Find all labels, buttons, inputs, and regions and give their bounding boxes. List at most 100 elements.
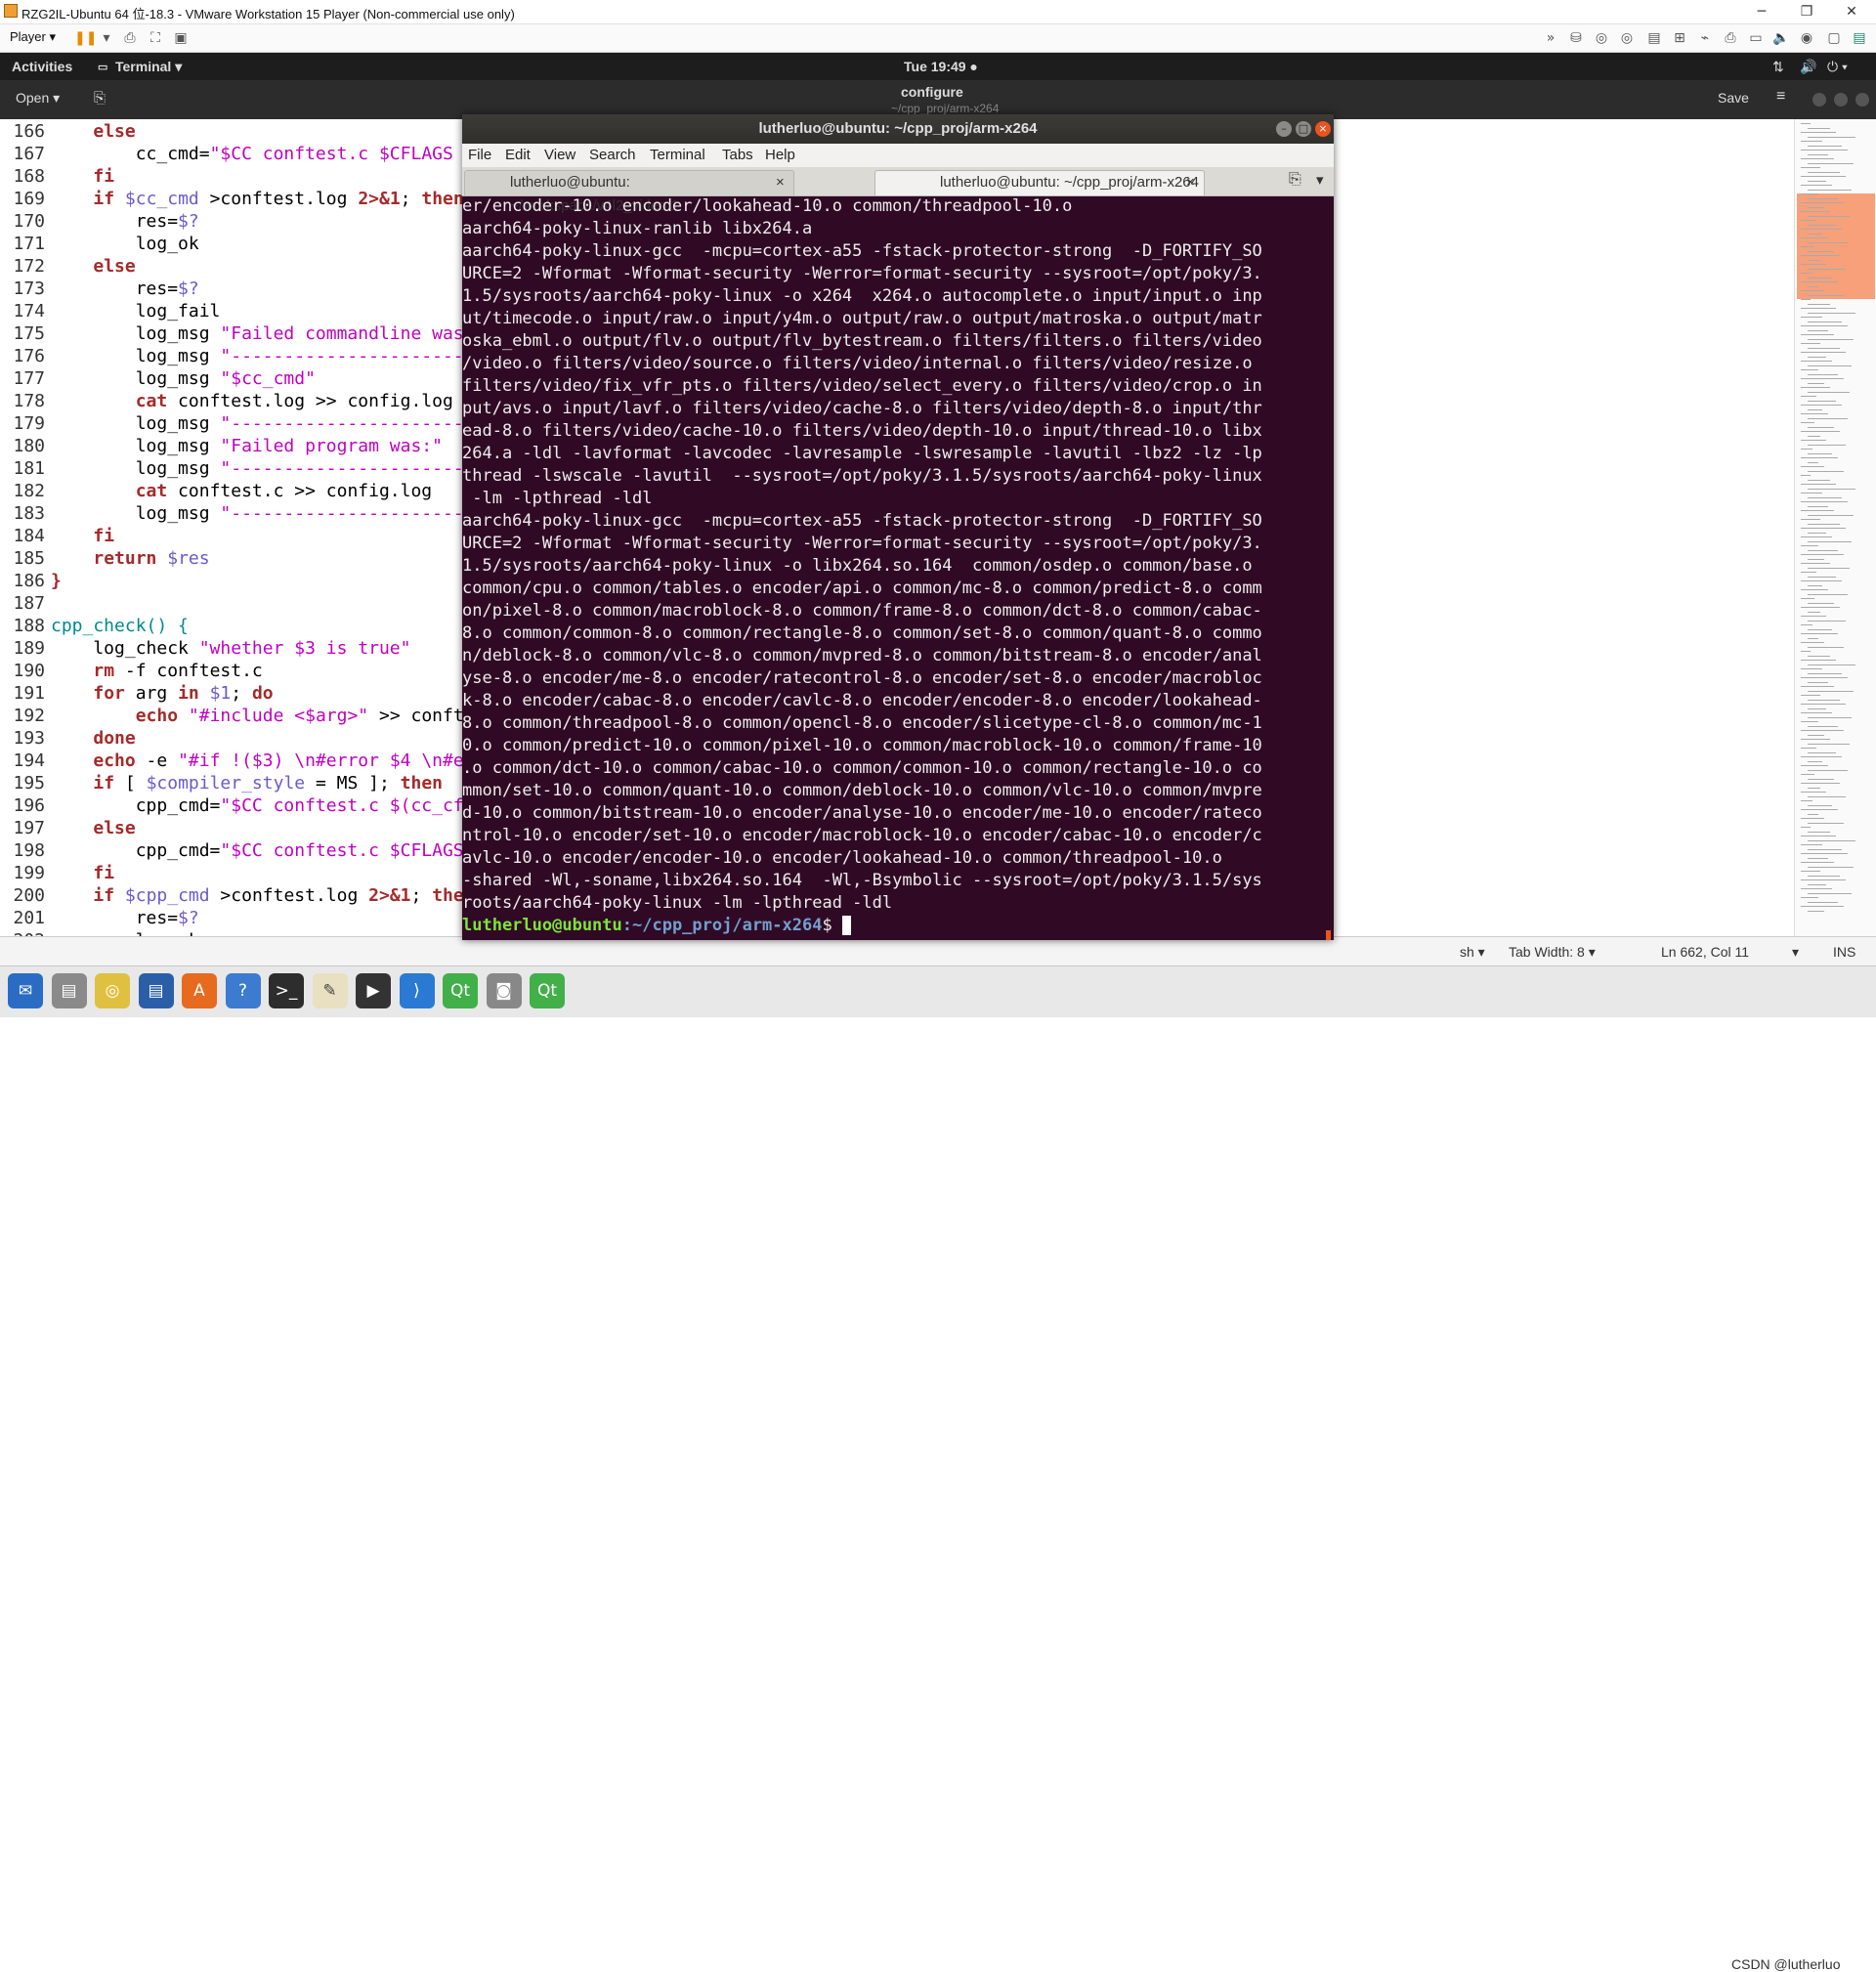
minimize-icon[interactable]: ─ (1739, 0, 1784, 23)
code-line[interactable]: 198 cpp_cmd="$CC conftest.c $CFLAGS" (0, 839, 474, 862)
help-icon[interactable]: ? (225, 973, 261, 1008)
menu-edit[interactable]: Edit (505, 147, 531, 163)
menu-view[interactable]: View (544, 147, 576, 163)
gedit-minimize-icon[interactable] (1812, 93, 1826, 107)
code-line[interactable]: 200 if $cpp_cmd >conftest.log 2>&1; then (0, 884, 474, 907)
printer-icon[interactable]: ⎙ (1722, 29, 1739, 47)
cd-icon[interactable]: ◎ (1593, 29, 1610, 47)
code-line[interactable]: 172 else (0, 255, 135, 278)
tab-v4l2-video[interactable]: lutherluo@ubuntu: ~/workspace/v4l2_video… (464, 170, 794, 214)
hard-disk-icon[interactable]: ⛁ (1567, 29, 1585, 47)
tab-close-icon[interactable]: × (776, 171, 785, 194)
code-line[interactable]: 187 (0, 592, 51, 615)
code-line[interactable]: 178 cat conftest.log >> config.log (0, 390, 452, 412)
code-line[interactable]: 190 rm -f conftest.c (0, 660, 262, 682)
floppy-icon[interactable]: ◎ (1618, 29, 1636, 47)
tab-arm-x264[interactable]: lutherluo@ubuntu: ~/cpp_proj/arm-x264 × (874, 170, 1205, 195)
terminal-close-icon[interactable]: × (1315, 121, 1331, 137)
terminal-maximize-icon[interactable]: □ (1296, 121, 1311, 137)
terminal-minimize-icon[interactable]: – (1276, 121, 1292, 137)
code-line[interactable]: 173 res=$? (0, 278, 198, 300)
code-line[interactable]: 199 fi (0, 862, 114, 884)
save-icon[interactable]: ▤ (1645, 29, 1663, 47)
code-line[interactable]: 191 for arg in $1; do (0, 682, 273, 705)
code-line[interactable]: 176 log_msg "-----------------------" (0, 345, 485, 367)
display-icon[interactable]: ▭ (1747, 29, 1765, 47)
app-menu[interactable]: Terminal ▾ (115, 59, 182, 75)
vscode-icon[interactable]: ⟩ (399, 973, 435, 1008)
unity-icon[interactable]: ▣ (172, 29, 190, 47)
menu-tabs[interactable]: Tabs (722, 147, 753, 163)
volume-icon[interactable]: 🔊 (1800, 59, 1816, 75)
new-tab-icon[interactable]: ⎘ (94, 90, 106, 107)
close-icon[interactable]: ✕ (1829, 0, 1874, 23)
activities-button[interactable]: Activities (12, 59, 72, 74)
qt-creator-icon[interactable]: Qt (443, 973, 478, 1008)
usb-icon[interactable]: ⌁ (1696, 29, 1714, 47)
code-line[interactable]: 175 log_msg "Failed commandline was:" (0, 322, 485, 345)
maximize-icon[interactable]: ❐ (1784, 0, 1829, 23)
code-line[interactable]: 202 log_ok (0, 929, 198, 936)
power-icon[interactable]: ⏻ ▾ (1827, 59, 1848, 75)
code-line[interactable]: 183 log_msg "-----------------------" (0, 502, 485, 525)
thunderbird-icon[interactable]: ✉ (8, 973, 43, 1008)
tabs-dropdown-icon[interactable]: ▾ (1316, 171, 1324, 189)
position-dropdown[interactable]: ▾ (1792, 944, 1799, 961)
code-line[interactable]: 201 res=$? (0, 907, 198, 929)
screenshot-icon[interactable]: ◙ (486, 973, 522, 1008)
new-tab-icon[interactable]: ⎘ (1289, 171, 1301, 189)
menu-file[interactable]: File (468, 147, 491, 163)
video-editor-icon[interactable]: ▶ (356, 973, 391, 1008)
hamburger-icon[interactable]: ≡ (1776, 88, 1785, 106)
player-menu[interactable]: Player ▾ (10, 29, 56, 45)
speaker-icon[interactable]: 🔈 (1772, 29, 1790, 47)
forward-icon[interactable]: » (1542, 29, 1559, 47)
tab-width-selector[interactable]: Tab Width: 8 ▾ (1509, 944, 1596, 961)
menu-terminal[interactable]: Terminal (650, 147, 705, 163)
code-line[interactable]: 196 cpp_cmd="$CC conftest.c $(cc_cflags)… (0, 794, 527, 817)
message-icon[interactable]: ▢ (1825, 29, 1843, 47)
code-line[interactable]: 171 log_ok (0, 233, 198, 255)
code-line[interactable]: 182 cat conftest.c >> config.log (0, 480, 432, 502)
language-selector[interactable]: sh ▾ (1460, 944, 1485, 961)
code-line[interactable]: 186} (0, 570, 61, 592)
code-line[interactable]: 189 log_check "whether $3 is true" (0, 637, 410, 660)
code-line[interactable]: 166 else (0, 120, 135, 143)
libreoffice-writer-icon[interactable]: ▤ (138, 973, 174, 1008)
code-line[interactable]: 177 log_msg "$cc_cmd" (0, 367, 315, 390)
save-button[interactable]: Save (1718, 90, 1749, 106)
code-line[interactable]: 188 cpp_check() { (0, 615, 188, 637)
send-ctrl-alt-del-icon[interactable]: ⎙ (121, 29, 139, 47)
fit-guest-icon[interactable]: ⛶ (147, 29, 164, 47)
code-line[interactable]: 169 if $cc_cmd >conftest.log 2>&1; then (0, 188, 463, 210)
menu-help[interactable]: Help (765, 147, 795, 163)
dropdown-icon[interactable]: ▾ (98, 29, 115, 47)
file-manager-icon[interactable]: ▤ (51, 973, 87, 1008)
code-line[interactable]: 174 log_fail (0, 300, 220, 322)
text-editor-icon[interactable]: ✎ (312, 973, 348, 1008)
minimap[interactable] (1794, 119, 1876, 936)
menu-search[interactable]: Search (589, 147, 636, 163)
code-line[interactable]: 184 fi (0, 525, 114, 547)
clock[interactable]: Tue 19:49 ● (904, 59, 978, 74)
code-line[interactable]: 193 done (0, 727, 135, 750)
code-line[interactable]: 180 log_msg "Failed program was:" (0, 435, 442, 457)
code-line[interactable]: 192 echo "#include <$arg>" >> conftest.c (0, 705, 516, 727)
code-line[interactable]: 170 res=$? (0, 210, 198, 233)
code-line[interactable]: 167 cc_cmd="$CC conftest.c $CFLAGS (0, 143, 452, 165)
camera-icon[interactable]: ◉ (1798, 29, 1815, 47)
code-line[interactable]: 194 echo -e "#if !($3) \n#error $4 \n#en… (0, 750, 516, 772)
vm-library-icon[interactable]: ▤ (1851, 29, 1868, 47)
terminal-scrollbar[interactable] (1326, 930, 1331, 940)
terminal-output[interactable]: er/encoder-10.o encoder/lookahead-10.o c… (462, 195, 1334, 940)
qt-designer-icon[interactable]: Qt (530, 973, 565, 1008)
prompt-line[interactable]: lutherluo@ubuntu:~/cpp_proj/arm-x264$ (462, 915, 851, 937)
gedit-maximize-icon[interactable] (1834, 93, 1848, 107)
code-line[interactable]: 195 if [ $compiler_style = MS ]; then (0, 772, 443, 794)
software-center-icon[interactable]: A (182, 973, 217, 1008)
tab-close-icon[interactable]: × (1186, 171, 1195, 194)
rhythmbox-icon[interactable]: ◎ (95, 973, 130, 1008)
pause-icon[interactable]: ❚❚ (74, 29, 97, 47)
insert-mode[interactable]: INS (1833, 944, 1855, 960)
code-line[interactable]: 197 else (0, 817, 135, 839)
